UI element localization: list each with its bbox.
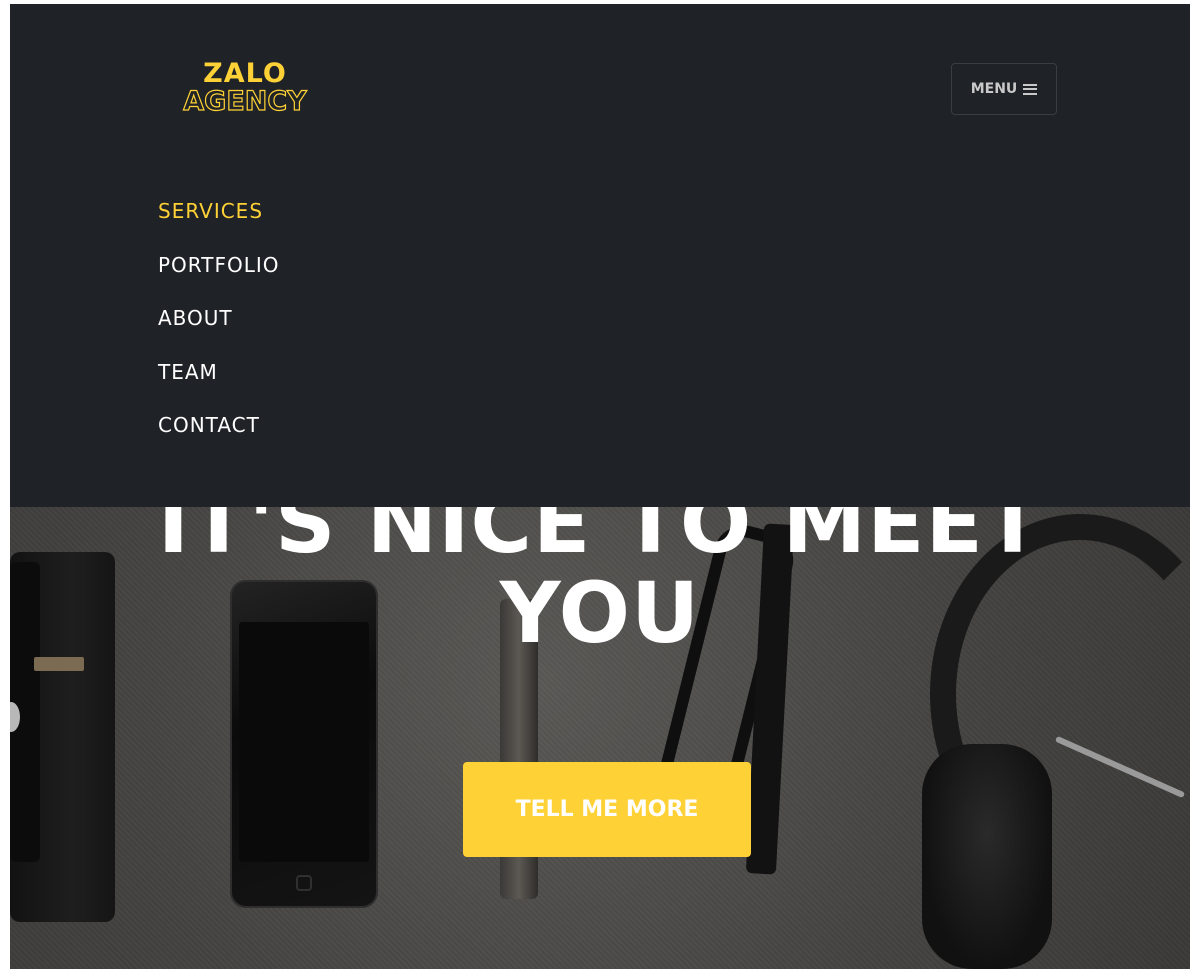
nav-link-team[interactable]: TEAM [158, 355, 280, 389]
menu-button-label: MENU [970, 81, 1018, 97]
page-viewport: IT'S NICE TO MEET YOU TELL ME MORE ZALO … [10, 4, 1190, 969]
brand-logo[interactable]: ZALO AGENCY [170, 60, 320, 120]
nav-menu: SERVICES PORTFOLIO ABOUT TEAM CONTACT [158, 194, 280, 462]
nav-link-services[interactable]: SERVICES [158, 194, 280, 228]
navbar: ZALO AGENCY MENU SERVICES PORTFOLIO ABOU… [10, 4, 1190, 507]
nav-link-about[interactable]: ABOUT [158, 301, 280, 335]
headphones-cup-image [922, 744, 1052, 969]
hero-heading-line2: YOU [499, 564, 701, 662]
menu-toggle-button[interactable]: MENU [951, 63, 1057, 115]
brand-line1: ZALO [203, 58, 287, 89]
nav-link-contact[interactable]: CONTACT [158, 408, 280, 442]
nav-item-portfolio: PORTFOLIO [158, 248, 280, 302]
nav-link-portfolio[interactable]: PORTFOLIO [158, 248, 280, 282]
nav-item-about: ABOUT [158, 301, 280, 355]
hamburger-icon [1023, 83, 1038, 95]
nav-item-team: TEAM [158, 355, 280, 409]
tell-me-more-button[interactable]: TELL ME MORE [463, 762, 751, 857]
nav-item-contact: CONTACT [158, 408, 280, 462]
nav-item-services: SERVICES [158, 194, 280, 248]
brand-line2: AGENCY [183, 86, 308, 117]
